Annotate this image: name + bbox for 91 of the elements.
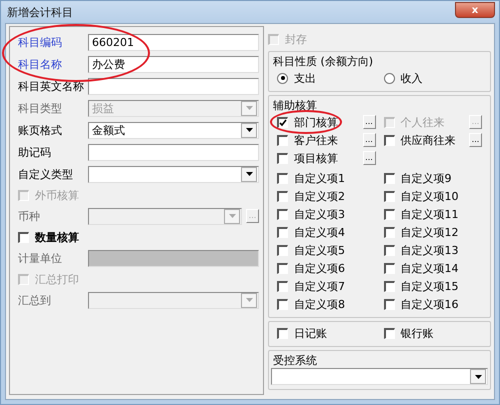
field-label: 币种	[18, 208, 41, 224]
checkbox[interactable]	[277, 244, 288, 256]
checkbox[interactable]	[277, 208, 288, 220]
input-field[interactable]: 660201	[88, 34, 259, 50]
checkbox[interactable]	[277, 280, 288, 292]
checkbox[interactable]	[277, 134, 288, 146]
field-label: 科目英文名称	[18, 78, 85, 94]
checkbox[interactable]	[277, 328, 288, 338]
checkbox-label: 封存	[285, 32, 307, 46]
checkbox[interactable]	[277, 226, 288, 238]
checkbox-label: 自定义项14	[400, 260, 458, 276]
browse-button[interactable]: ...	[469, 133, 482, 147]
checkbox-label: 自定义项8	[294, 296, 345, 312]
checkbox[interactable]	[384, 172, 394, 184]
checkbox-label: 自定义项6	[294, 260, 345, 276]
checkbox[interactable]	[277, 190, 288, 202]
checkbox[interactable]	[384, 190, 394, 202]
group-title: 受控系统	[273, 353, 318, 368]
checkbox-label: 自定义项4	[294, 224, 345, 240]
checkbox[interactable]	[277, 262, 288, 274]
input-field[interactable]	[88, 144, 259, 160]
browse-button[interactable]: ...	[362, 133, 376, 147]
annotation-circle	[270, 110, 342, 134]
checkbox-label: 自定义项9	[400, 170, 452, 186]
checkbox[interactable]	[277, 298, 288, 310]
field-label: 科目名称	[18, 56, 63, 72]
field-label: 自定义类型	[18, 166, 74, 182]
checkbox[interactable]	[384, 298, 394, 310]
browse-button[interactable]: ...	[362, 151, 376, 165]
dropdown-arrow-icon	[474, 374, 482, 378]
checkbox-label: 部门核算	[294, 114, 338, 130]
checkbox-label: 自定义项5	[294, 242, 345, 258]
checkbox[interactable]	[277, 172, 288, 184]
checkbox[interactable]	[384, 226, 394, 238]
dropdown-arrow-icon	[228, 214, 236, 218]
group-title: 辅助核算	[273, 98, 318, 113]
checkbox-label: 自定义项2	[294, 188, 345, 204]
field-label: 科目编码	[18, 34, 63, 50]
group-title: 科目性质 (余额方向)	[273, 54, 374, 69]
input-field[interactable]	[88, 78, 259, 94]
dropdown-arrow-icon	[246, 298, 252, 302]
field-value: 660201	[92, 36, 134, 48]
checkbox-label: 数量核算	[35, 230, 79, 244]
checkbox-label: 自定义项1	[294, 170, 345, 186]
field-label: 汇总到	[18, 292, 52, 308]
radio-label: 收入	[400, 70, 422, 86]
input-field[interactable]: 办公费	[88, 56, 259, 72]
checkbox[interactable]	[384, 134, 394, 146]
radio-button[interactable]	[277, 72, 288, 84]
checkbox-label: 个人往来	[400, 114, 444, 130]
field-label: 计量单位	[18, 250, 63, 266]
checkbox[interactable]	[277, 116, 288, 128]
dropdown-field[interactable]	[88, 166, 259, 182]
field-value: 损益	[92, 100, 114, 116]
checkbox-label: 自定义项11	[400, 206, 458, 222]
checkbox[interactable]	[384, 262, 394, 274]
browse-button[interactable]: ...	[362, 115, 376, 129]
radio-button[interactable]	[384, 72, 394, 84]
dropdown-field[interactable]: 金额式	[88, 122, 259, 138]
field-label: 助记码	[18, 144, 52, 160]
checkbox[interactable]	[384, 244, 394, 256]
checkbox-label: 日记账	[294, 326, 327, 340]
field-value: 办公费	[92, 56, 125, 72]
checkbox-label: 自定义项7	[294, 278, 345, 294]
radio-label: 支出	[294, 70, 316, 86]
checkbox[interactable]	[18, 232, 29, 242]
check-icon	[279, 118, 287, 126]
checkbox[interactable]	[277, 152, 288, 164]
dropdown-field[interactable]	[271, 368, 488, 385]
checkbox-label: 外币核算	[35, 188, 79, 202]
checkbox[interactable]	[384, 208, 394, 220]
checkbox-label: 汇总打印	[35, 272, 79, 286]
checkbox-label: 自定义项13	[400, 242, 458, 258]
dropdown-arrow-icon	[246, 172, 252, 176]
checkbox-label: 自定义项12	[400, 224, 458, 240]
checkbox-label: 客户往来	[294, 132, 338, 148]
checkbox-label: 自定义项10	[400, 188, 458, 204]
checkbox[interactable]	[384, 328, 394, 338]
checkbox-label: 项目核算	[294, 150, 338, 166]
window-title: 新增会计科目	[7, 4, 73, 20]
checkbox-label: 自定义项3	[294, 206, 345, 222]
checkbox-label: 自定义项15	[400, 278, 458, 294]
field-value: 金额式	[92, 122, 125, 138]
field-label: 科目类型	[18, 100, 63, 116]
dropdown-arrow-icon	[246, 128, 252, 132]
checkbox-label: 银行账	[400, 326, 434, 340]
checkbox[interactable]	[384, 280, 394, 292]
dropdown-arrow-icon	[246, 106, 252, 110]
checkbox-label: 自定义项16	[400, 296, 458, 312]
checkbox-label: 供应商往来	[400, 132, 456, 148]
field-label: 账页格式	[18, 122, 63, 138]
